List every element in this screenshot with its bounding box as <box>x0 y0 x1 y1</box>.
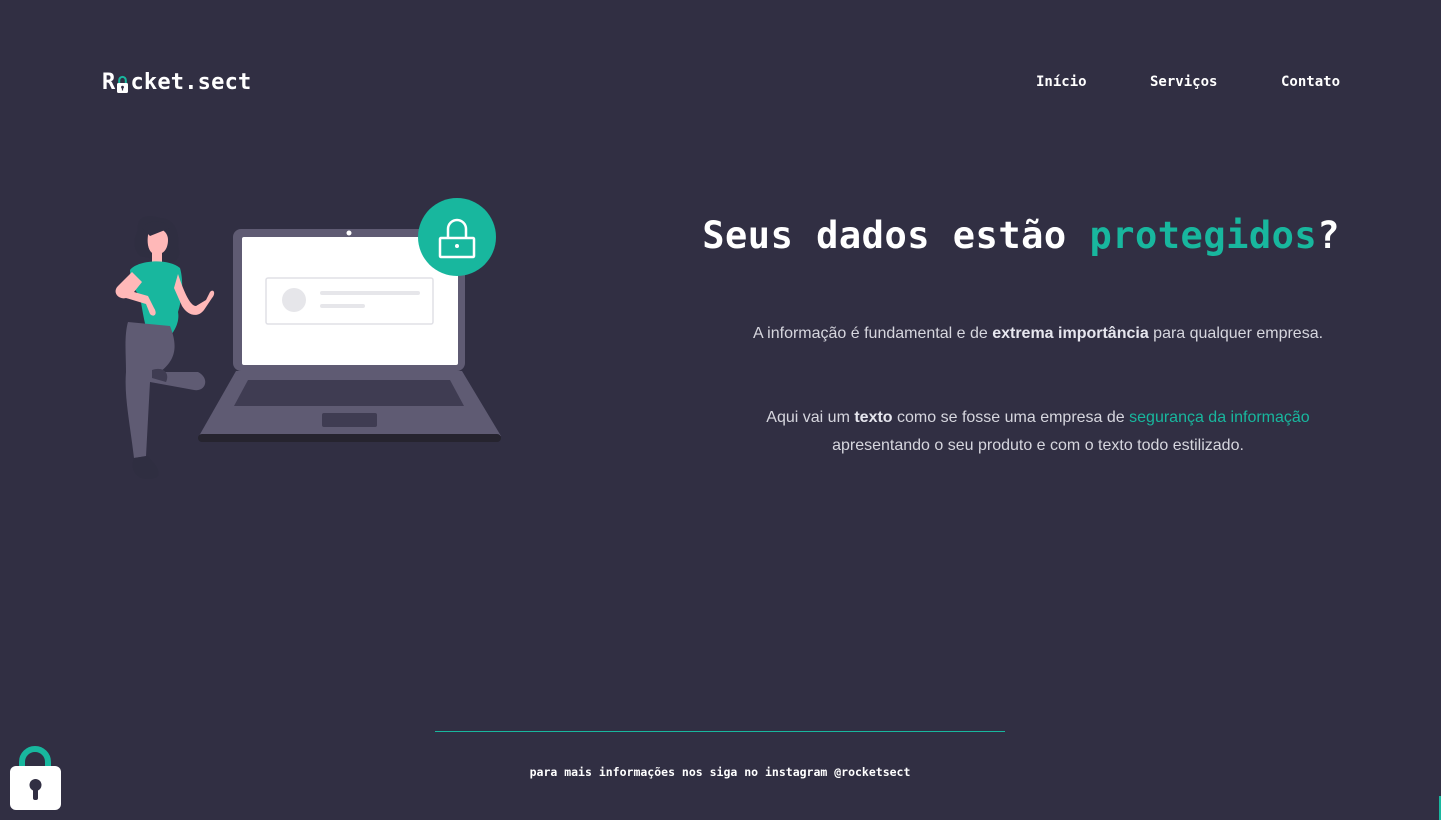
p2-text-mid: como se fosse uma empresa de <box>892 409 1130 426</box>
logo-prefix: R <box>102 70 116 95</box>
hero-paragraph-2: Aqui vai um texto como se fosse uma empr… <box>740 404 1336 460</box>
main-nav: Início Serviços Contato <box>1000 74 1340 94</box>
logo-suffix: cket.sect <box>130 70 252 95</box>
security-link-text: segurança da informação <box>1129 409 1310 426</box>
p2-bold: texto <box>854 409 893 426</box>
nav-link-servicos[interactable]: Serviços <box>1150 74 1217 90</box>
logo[interactable]: R cket.sect <box>102 70 251 95</box>
hero-title-accent: protegidos <box>1089 214 1318 257</box>
p2-text-post: apresentando o seu produto e com o texto… <box>832 437 1244 454</box>
page: R cket.sect Início Serviços Contato Seus… <box>0 0 1441 820</box>
hero-title-suffix: ? <box>1317 214 1340 257</box>
padlock-icon[interactable] <box>8 744 64 812</box>
p2-text-pre: Aqui vai um <box>766 409 855 426</box>
nav-link-inicio[interactable]: Início <box>1036 74 1087 90</box>
footer-divider <box>435 731 1005 732</box>
p1-text-post: para qualquer empresa. <box>1148 325 1324 342</box>
security-illustration <box>115 198 501 479</box>
hero-title-prefix: Seus dados estão <box>702 214 1090 257</box>
p1-text-pre: A informação é fundamental e de <box>752 325 993 342</box>
hero-title: Seus dados estão protegidos? <box>690 214 1340 257</box>
lock-icon <box>117 75 129 93</box>
lock-badge-illustration <box>418 198 496 276</box>
footer-text: para mais informações nos siga no instag… <box>529 765 911 779</box>
nav-link-contato[interactable]: Contato <box>1281 74 1340 90</box>
hero-paragraph-1: A informação é fundamental e de extrema … <box>740 320 1336 348</box>
p1-bold: extrema importância <box>992 325 1149 342</box>
